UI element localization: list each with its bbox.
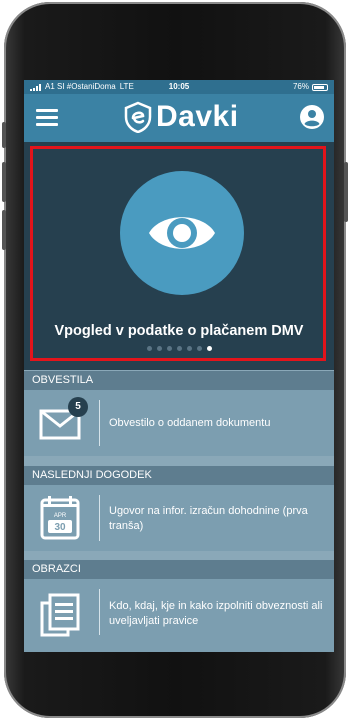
notifications-row[interactable]: 5 Obvestilo o oddanem dokumentu <box>24 390 334 456</box>
clock: 10:05 <box>168 82 190 91</box>
highlight-box <box>30 146 326 361</box>
next-event-row[interactable]: APR 30 Ugovor na infor. izračun dohodnin… <box>24 485 334 551</box>
calendar-icon: APR 30 <box>40 496 80 540</box>
battery-percent: 76% <box>292 82 309 91</box>
phone-side-button <box>2 122 6 148</box>
status-bar: A1 SI #OstaniDoma LTE 10:05 76% <box>24 80 334 94</box>
phone-volume-button <box>2 162 6 202</box>
hamburger-menu-icon[interactable] <box>36 109 58 126</box>
forms-text: Kdo, kdaj, kje in kako izpolniti obvezno… <box>109 600 323 627</box>
section-header-next-event: NASLEDNJI DOGODEK <box>24 466 334 485</box>
row-divider <box>99 495 100 541</box>
shield-e-logo-icon <box>124 101 152 133</box>
next-event-text: Ugovor na infor. izračun dohodnine (prva… <box>109 505 308 532</box>
row-divider <box>99 589 100 635</box>
app-logo: Davki <box>124 100 239 134</box>
documents-icon <box>40 593 80 637</box>
calendar-day: 30 <box>54 522 66 533</box>
feature-carousel[interactable]: Vpogled v podatke o plačanem DMV <box>24 142 334 370</box>
section-header-notifications: OBVESTILA <box>24 371 334 390</box>
phone-power-button <box>344 162 348 222</box>
section-header-forms: OBRAZCI <box>24 560 334 579</box>
notification-count-badge: 5 <box>68 397 88 417</box>
battery-icon <box>312 83 328 91</box>
notification-text: Obvestilo o oddanem dokumentu <box>109 417 271 429</box>
forms-row[interactable]: Kdo, kdaj, kje in kako izpolniti obvezno… <box>24 579 334 652</box>
row-divider <box>99 400 100 446</box>
app-screen: A1 SI #OstaniDoma LTE 10:05 76% Davki Vp… <box>24 80 334 652</box>
calendar-month: APR <box>54 513 67 519</box>
user-account-icon[interactable] <box>300 105 324 129</box>
app-bar: Davki <box>24 94 334 142</box>
logo-text: Davki <box>156 100 239 133</box>
status-right: 76% <box>293 80 328 94</box>
phone-volume-button <box>2 210 6 250</box>
